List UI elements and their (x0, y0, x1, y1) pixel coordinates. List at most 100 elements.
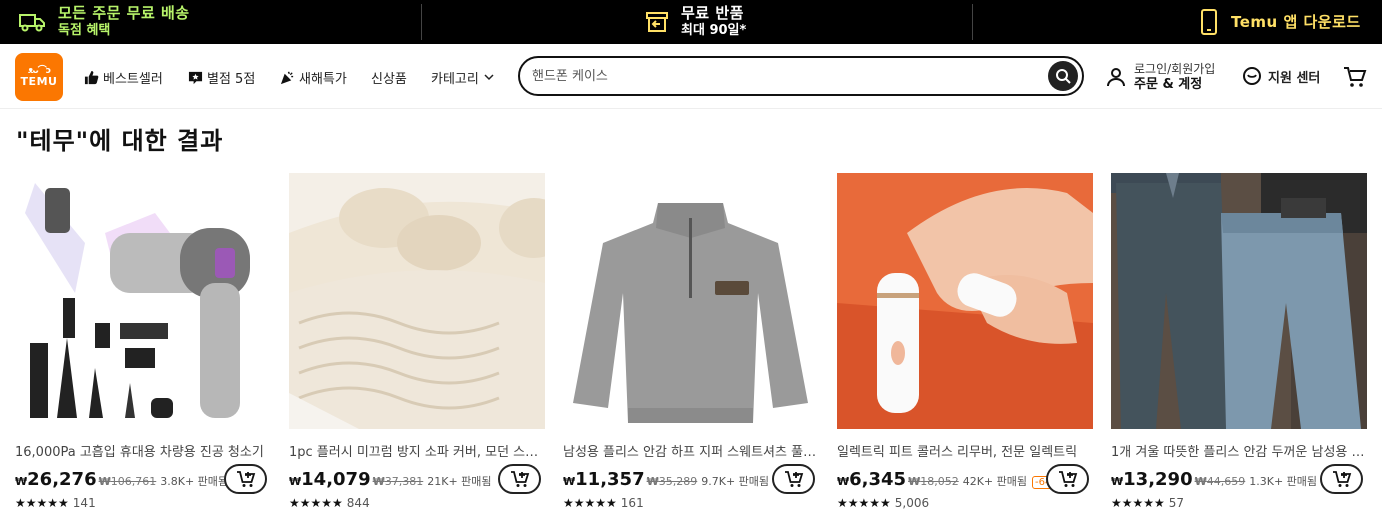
login-signup-label: 로그인/회원가입 (1134, 62, 1216, 76)
original-price: 37,381 (384, 475, 424, 488)
nav-label: 카테고리 (431, 71, 479, 87)
star-rating-icon: ★★★★★ (15, 496, 69, 510)
chevron-down-icon (484, 74, 494, 81)
product-name[interactable]: 일렉트릭 피트 콜러스 리무버, 전문 일렉트릭 (837, 441, 1093, 460)
nav-categories[interactable]: 카테고리 (431, 66, 495, 88)
temu-logo[interactable]: ᴥᴗ⌒ɔ TEMU (15, 53, 63, 101)
add-to-cart-icon (1332, 471, 1351, 487)
currency-symbol: ₩ (1111, 475, 1124, 488)
price-row: ₩ 6,345 ₩ 18,052 42K+ 판매됨 -64% (837, 469, 1064, 491)
review-count: 161 (620, 496, 644, 510)
review-count: 141 (72, 496, 96, 510)
results-title: "테무"에 대한 결과 (16, 127, 224, 155)
add-to-cart-button[interactable] (498, 464, 541, 494)
sold-count: 21K+ 판매됨 (427, 475, 492, 488)
original-price: 106,761 (110, 475, 157, 488)
currency-symbol: ₩ (15, 475, 28, 488)
currency-symbol: ₩ (98, 475, 111, 488)
product-card[interactable]: 1개 겨울 따뜻한 플리스 안감 두꺼운 남성용 청바지 ₩ 13,290 ₩ … (1111, 173, 1367, 523)
product-price: 26,276 (27, 469, 97, 490)
product-card[interactable]: 16,000Pa 고흡입 휴대용 차량용 진공 청소기 ₩ 26,276 ₩ 1… (15, 173, 271, 523)
free-returns-banner[interactable]: 무료 반품 최대 90일* (645, 0, 746, 44)
user-icon (1107, 68, 1125, 87)
cart-button[interactable] (1343, 65, 1367, 93)
party-popper-icon (280, 71, 294, 84)
original-price: 35,289 (658, 475, 698, 488)
review-count: 844 (346, 496, 370, 510)
product-image-vacuum[interactable] (15, 173, 271, 429)
sold-count: 42K+ 판매됨 (962, 475, 1028, 488)
nav-new-year-deals[interactable]: 새해특가 (280, 66, 347, 88)
logo-text: TEMU (20, 75, 58, 88)
search-icon (1056, 69, 1071, 84)
nav-label: 베스트셀러 (103, 71, 163, 87)
support-center-link[interactable]: 지원 센터 (1242, 66, 1320, 86)
shipping-subtitle: 독점 혜택 (58, 23, 111, 38)
nav-label: 별점 5점 (207, 71, 256, 87)
sold-count: 3.8K+ 판매됨 (160, 475, 229, 488)
add-to-cart-button[interactable] (772, 464, 815, 494)
product-card[interactable]: 일렉트릭 피트 콜러스 리무버, 전문 일렉트릭 ₩ 6,345 ₩ 18,05… (837, 173, 1093, 523)
product-card[interactable]: 남성용 플리스 안감 하프 지퍼 스웨트셔츠 풀오버 ₩ 11,357 ₩ 35… (563, 173, 819, 523)
star-rating-icon: ★★★★★ (837, 496, 891, 510)
review-count: 57 (1168, 496, 1185, 510)
product-image-sweatshirt[interactable] (563, 173, 819, 429)
return-box-icon (645, 11, 669, 33)
nav-bestsellers[interactable]: 베스트셀러 (84, 66, 163, 88)
price-row: ₩ 13,290 ₩ 44,659 1.3K+ 판매됨 (1111, 469, 1317, 491)
nav-new-arrivals[interactable]: 신상품 (371, 66, 407, 88)
price-row: ₩ 26,276 ₩ 106,761 3.8K+ 판매됨 (15, 469, 228, 491)
main-header: ᴥᴗ⌒ɔ TEMU 베스트셀러 별점 5점 새해특가 신상품 카테고리 로그인/… (0, 44, 1382, 109)
nav-label: 새해특가 (299, 71, 347, 87)
product-image-sofa-cover[interactable] (289, 173, 545, 429)
product-name[interactable]: 16,000Pa 고흡입 휴대용 차량용 진공 청소기 (15, 441, 271, 460)
product-price: 11,357 (575, 469, 645, 490)
product-name[interactable]: 1pc 플러시 미끄럼 방지 소파 커버, 모던 스타일 (289, 441, 545, 460)
currency-symbol: ₩ (289, 475, 302, 488)
add-to-cart-button[interactable] (1046, 464, 1089, 494)
product-price: 13,290 (1123, 469, 1193, 490)
app-download-banner[interactable]: Temu 앱 다운로드 (1199, 0, 1361, 44)
product-image-jeans[interactable] (1111, 173, 1367, 429)
add-to-cart-icon (1058, 471, 1077, 487)
product-card[interactable]: 1pc 플러시 미끄럼 방지 소파 커버, 모던 스타일 ₩ 14,079 ₩ … (289, 173, 545, 523)
nav-label: 신상품 (371, 71, 407, 87)
currency-symbol: ₩ (837, 475, 850, 488)
product-price: 6,345 (849, 469, 907, 490)
support-label: 지원 센터 (1268, 70, 1321, 86)
rating: ★★★★★ 844 (289, 496, 370, 510)
sold-count: 1.3K+ 판매됨 (1249, 475, 1318, 488)
rating: ★★★★★ 5,006 (837, 496, 929, 510)
chat-bubble-icon (1243, 67, 1261, 85)
currency-symbol: ₩ (372, 475, 385, 488)
currency-symbol: ₩ (646, 475, 659, 488)
original-price: 44,659 (1206, 475, 1246, 488)
currency-symbol: ₩ (908, 475, 921, 488)
product-price: 14,079 (301, 469, 371, 490)
search-button[interactable] (1048, 61, 1078, 91)
rating: ★★★★★ 141 (15, 496, 96, 510)
add-to-cart-icon (510, 471, 529, 487)
returns-title: 무료 반품 (681, 4, 744, 22)
search-bar (518, 56, 1084, 96)
star-rating-icon: ★★★★★ (1111, 496, 1165, 510)
product-image-callus-remover[interactable] (837, 173, 1093, 429)
product-name[interactable]: 1개 겨울 따뜻한 플리스 안감 두꺼운 남성용 청바지 (1111, 441, 1367, 460)
promo-divider (972, 4, 973, 40)
search-input[interactable] (532, 68, 1012, 84)
app-download-label: Temu 앱 다운로드 (1231, 13, 1361, 31)
add-to-cart-button[interactable] (224, 464, 267, 494)
truck-icon (18, 11, 46, 33)
promo-bar: 모든 주문 무료 배송 독점 혜택 무료 반품 최대 90일* Temu 앱 다… (0, 0, 1382, 44)
account-menu[interactable]: 로그인/회원가입 주문 & 계정 (1106, 61, 1215, 93)
thumbs-up-icon (84, 70, 99, 84)
product-name[interactable]: 남성용 플리스 안감 하프 지퍼 스웨트셔츠 풀오버 (563, 441, 819, 460)
orders-account-label: 주문 & 계정 (1134, 77, 1203, 92)
phone-icon (1199, 8, 1219, 36)
rating: ★★★★★ 161 (563, 496, 644, 510)
shipping-title: 모든 주문 무료 배송 (58, 4, 190, 22)
add-to-cart-button[interactable] (1320, 464, 1363, 494)
free-shipping-banner[interactable]: 모든 주문 무료 배송 독점 혜택 (18, 0, 190, 44)
star-badge-icon (188, 71, 203, 84)
nav-five-stars[interactable]: 별점 5점 (188, 66, 255, 88)
